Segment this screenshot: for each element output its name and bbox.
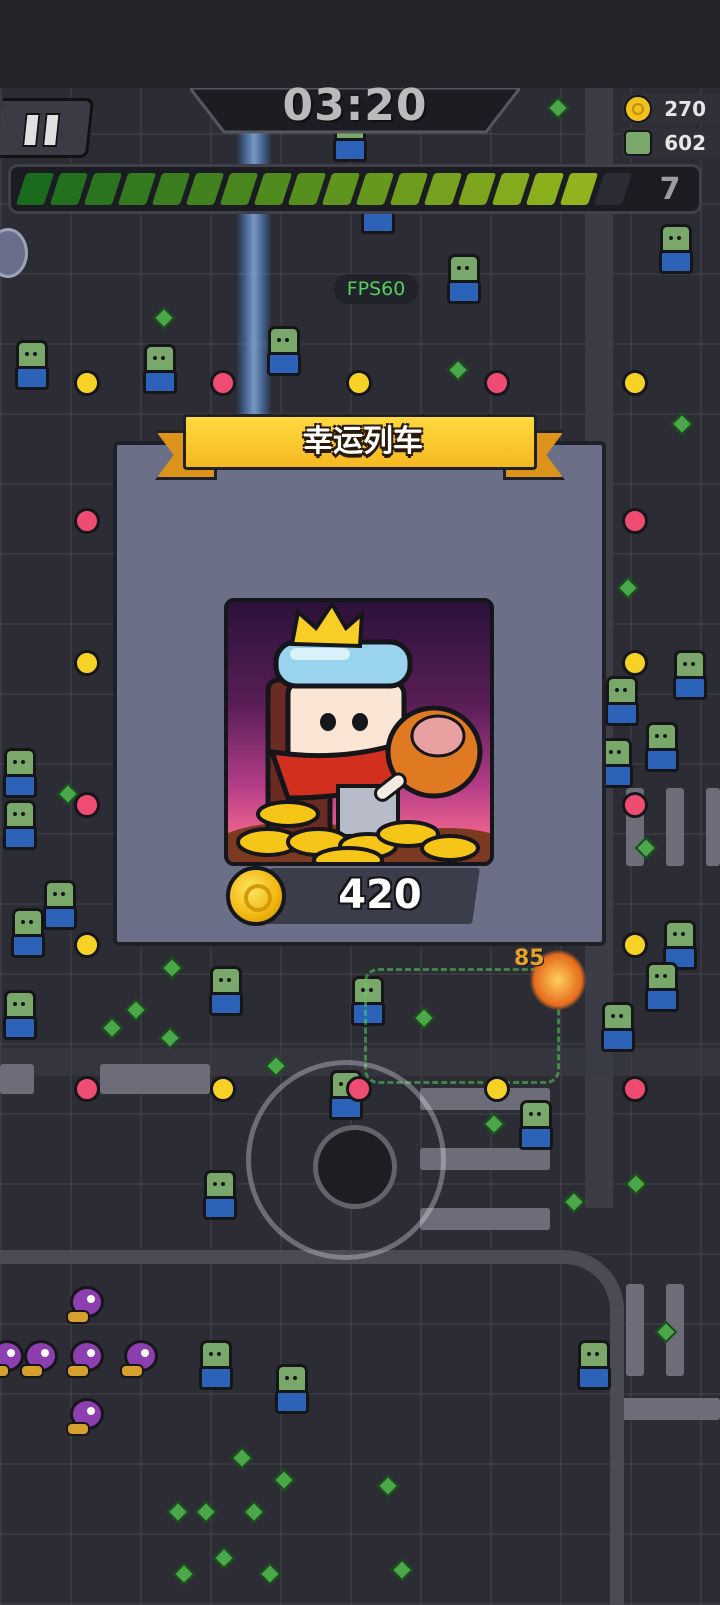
train-marker-yellow — [622, 650, 648, 676]
zombie-enemy — [574, 1340, 611, 1390]
xp-bar-segment — [219, 173, 259, 205]
xp-bar-segment — [185, 173, 225, 205]
xp-bar-segment — [117, 173, 157, 205]
zombie-enemy — [264, 326, 301, 376]
zombie-enemy — [0, 990, 37, 1040]
zombie-enemy — [656, 224, 693, 274]
pause-button[interactable] — [0, 98, 95, 158]
reward-amount: 420 — [338, 872, 422, 918]
xp-bar-segment — [355, 173, 395, 205]
crosswalk-stripe — [420, 1208, 550, 1230]
kill-count: 602 — [664, 131, 706, 155]
zombie-enemy — [660, 920, 697, 970]
purple-plant-enemy — [66, 1340, 104, 1378]
zombie-enemy — [140, 344, 177, 394]
train-marker-yellow — [346, 370, 372, 396]
kill-counter: 602 — [622, 128, 720, 158]
pause-icon — [22, 113, 41, 147]
purple-plant-enemy — [0, 1340, 24, 1378]
zombie-enemy — [642, 722, 679, 772]
xp-bar-fill — [15, 173, 647, 205]
reward-card — [224, 598, 494, 866]
zombie-enemy — [12, 340, 49, 390]
xp-bar-segment — [593, 173, 633, 205]
crosswalk-stripe — [626, 1284, 644, 1376]
zombie-enemy — [0, 748, 37, 798]
zombie-enemy — [602, 676, 639, 726]
train-marker-yellow — [210, 1076, 236, 1102]
zombie-enemy — [272, 1364, 309, 1414]
player-level: 7 — [659, 172, 681, 207]
survival-timer: 03:20 — [282, 80, 428, 131]
crosswalk-stripe — [622, 1398, 720, 1420]
coin-count: 270 — [664, 97, 706, 121]
banner-plate: 幸运列车 — [183, 414, 537, 470]
xp-bar-segment — [15, 173, 55, 205]
xp-bar-segment — [389, 173, 429, 205]
train-marker-pink — [74, 792, 100, 818]
crosswalk-stripe — [666, 788, 684, 866]
train-marker-yellow — [74, 650, 100, 676]
dialog-title-banner: 幸运列车 — [155, 414, 565, 480]
xp-bar-segment — [49, 173, 89, 205]
train-marker-pink — [74, 1076, 100, 1102]
zombie-enemy — [196, 1340, 233, 1390]
purple-plant-enemy — [66, 1398, 104, 1436]
zombie-kill-icon — [624, 130, 652, 156]
joystick-icon[interactable] — [313, 1125, 397, 1209]
coin-counter: 270 — [622, 94, 720, 124]
xp-bar-segment — [253, 173, 293, 205]
xp-bar-segment — [559, 173, 599, 205]
train-marker-pink — [622, 508, 648, 534]
xp-bar-segment — [287, 173, 327, 205]
dialog-title: 幸运列车 — [303, 424, 423, 459]
top-bar-background — [0, 0, 720, 88]
xp-bar-segment — [151, 173, 191, 205]
coin-icon — [624, 95, 652, 123]
crosswalk-stripe — [706, 788, 720, 866]
crosswalk-stripe — [0, 1064, 34, 1094]
zombie-enemy — [642, 962, 679, 1012]
crosswalk-stripe — [100, 1064, 210, 1094]
train-marker-pink — [622, 1076, 648, 1102]
zombie-enemy — [200, 1170, 237, 1220]
king-knight-character-icon — [228, 602, 490, 862]
xp-bar — [8, 164, 702, 214]
train-marker-pink — [484, 370, 510, 396]
train-marker-pink — [74, 508, 100, 534]
train-marker-pink — [210, 370, 236, 396]
xp-bar-segment — [491, 173, 531, 205]
xp-bar-segment — [83, 173, 123, 205]
purple-plant-enemy — [120, 1340, 158, 1378]
train-marker-yellow — [74, 370, 100, 396]
train-marker-yellow — [484, 1076, 510, 1102]
fps-counter: FPS60 — [334, 274, 418, 304]
train-marker-yellow — [74, 932, 100, 958]
xp-bar-segment — [525, 173, 565, 205]
train-marker-pink — [622, 792, 648, 818]
zombie-enemy — [0, 800, 37, 850]
purple-plant-enemy — [66, 1286, 104, 1324]
pause-icon-bar — [42, 113, 61, 147]
xp-bar-segment — [321, 173, 361, 205]
purple-plant-enemy — [20, 1340, 58, 1378]
train-marker-yellow — [622, 370, 648, 396]
zombie-enemy — [206, 966, 243, 1016]
zombie-enemy — [516, 1100, 553, 1150]
train-marker-yellow — [622, 932, 648, 958]
xp-bar-segment — [457, 173, 497, 205]
gold-coin-icon — [226, 866, 286, 926]
damage-number: 85 — [514, 946, 545, 971]
zombie-enemy — [444, 254, 481, 304]
xp-bar-segment — [423, 173, 463, 205]
zombie-enemy — [670, 650, 707, 700]
zombie-enemy — [8, 908, 45, 958]
zombie-enemy — [40, 880, 77, 930]
zombie-enemy — [598, 1002, 635, 1052]
